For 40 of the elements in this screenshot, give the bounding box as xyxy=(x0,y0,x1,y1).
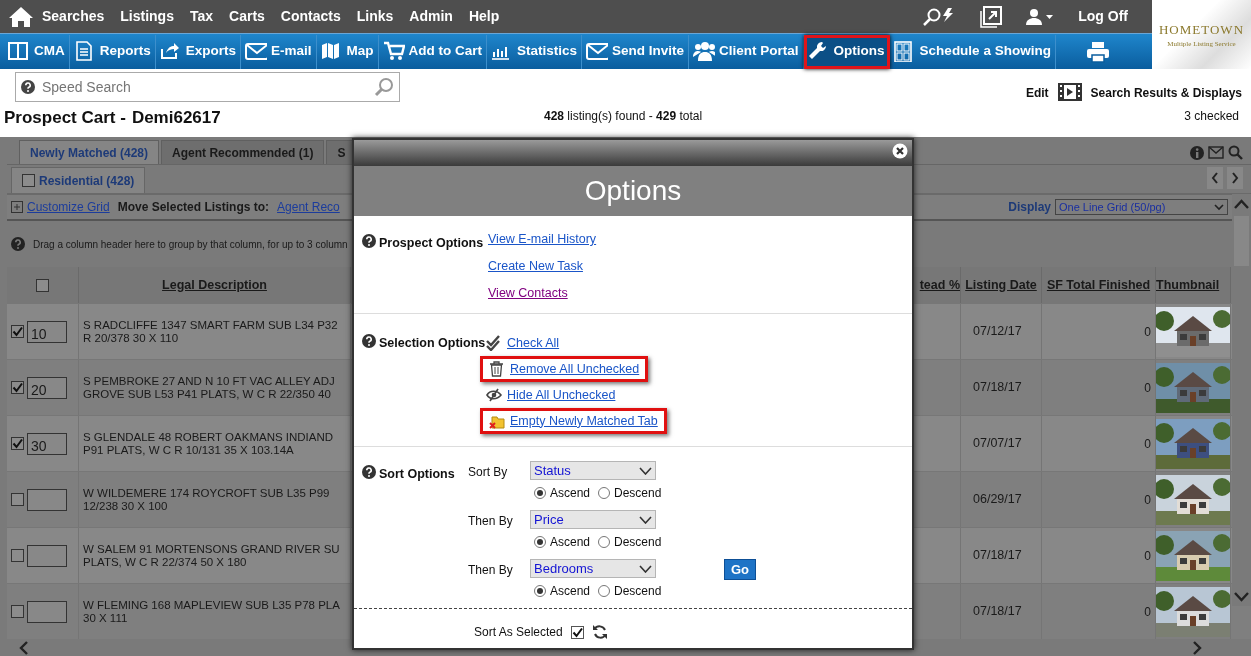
radio-label: Descend xyxy=(614,485,662,502)
radio-label: Descend xyxy=(614,583,662,600)
table-cell-text: 07/18/17 xyxy=(973,547,1022,565)
move-label: Move Selected Listings to: xyxy=(117,199,270,216)
section-label: Sort Options xyxy=(379,466,455,483)
tab-label: Residential (428) xyxy=(39,172,135,190)
sort-label: Then By xyxy=(468,562,514,579)
table-cell: S PEMBROKE 27 AND N 10 FT VAC ALLEY ADJ GROVE SUB L53 P41 PLATS, W C R 22/350 40 xyxy=(83,374,335,401)
table-cell-text: 07/18/17 xyxy=(973,379,1022,397)
table-cell-text: 0 xyxy=(1144,547,1151,565)
table-cell: S GLENDALE 48 ROBERT OAKMANS INDIAND P91 PLATS, W C R 10/131 35 X 103.14A xyxy=(83,430,334,457)
sort-as-selected-label: Sort As Selected xyxy=(474,624,563,641)
page-title: Prospect Cart - xyxy=(4,107,126,129)
group-hint: Drag a column header here to group by that column, for up to 3 column xyxy=(33,237,348,252)
table-cell: W SALEM 91 MORTENSONS GRAND RIVER SU PLATS, W C R 22/374 50 X 180 xyxy=(83,542,340,569)
table-cell-text: 07/12/17 xyxy=(973,323,1022,341)
table-cell-text: 0 xyxy=(1144,491,1151,509)
table-cell-text: 0 xyxy=(1144,603,1151,621)
sort-label: Sort By xyxy=(468,464,509,481)
table-cell-text: 0 xyxy=(1144,323,1151,341)
radio-label: Descend xyxy=(614,534,662,551)
radio-label: Ascend xyxy=(550,534,591,551)
table-cell: W WILDEMERE 174 ROYCROFT SUB L35 P99 12/238 30 X 100 xyxy=(83,486,330,513)
checked-count: 3 checked xyxy=(1184,108,1239,125)
radio-label: Ascend xyxy=(550,583,591,600)
table-cell: S RADCLIFFE 1347 SMART FARM SUB L34 P32 R 20/378 30 X 110 xyxy=(83,318,338,345)
section-label: Prospect Options xyxy=(379,235,484,252)
table-cell-text: 06/29/17 xyxy=(973,491,1022,509)
logo-text: HOMETOWN xyxy=(1159,20,1244,39)
sort-label: Then By xyxy=(468,513,514,530)
result-count: 428 listing(s) found - 429 total xyxy=(544,108,703,125)
display-label: Display xyxy=(1008,199,1051,216)
table-cell-text: 07/18/17 xyxy=(973,603,1022,621)
dialog-title: Options xyxy=(584,174,682,208)
table-cell-text: 0 xyxy=(1144,435,1151,453)
table-cell-text: 0 xyxy=(1144,379,1151,397)
table-cell-text: 07/07/17 xyxy=(973,435,1022,453)
radio-label: Ascend xyxy=(550,485,591,502)
table-cell: W FLEMING 168 MAPLEVIEW SUB L35 P78 PLA 30 X 111 xyxy=(83,598,340,625)
section-label: Selection Options xyxy=(379,335,486,352)
